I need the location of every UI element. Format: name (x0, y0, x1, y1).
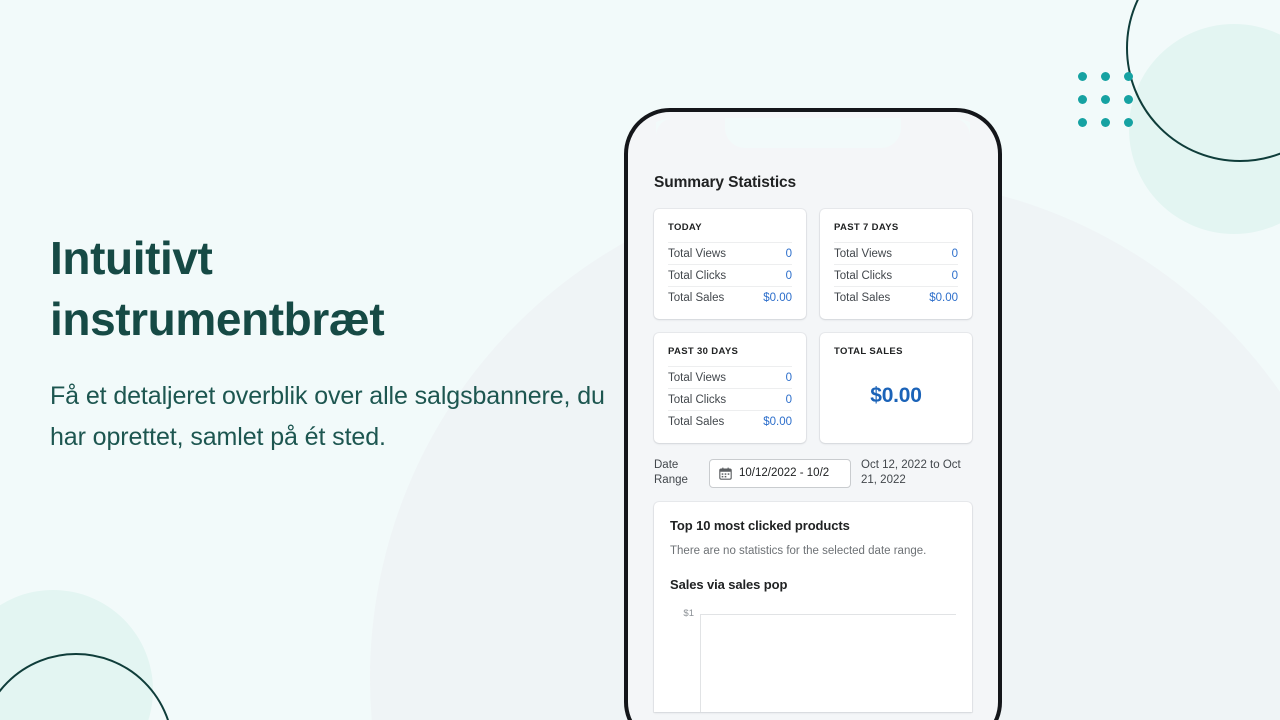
stat-card-past-7-days: PAST 7 DAYS Total Views 0 Total Clicks 0… (820, 209, 972, 319)
top-products-card: Top 10 most clicked products There are n… (654, 502, 972, 712)
stat-card-title: TOTAL SALES (834, 346, 903, 357)
stat-label: Total Clicks (668, 393, 727, 406)
date-range-input[interactable]: 10/12/2022 - 10/2 (709, 458, 851, 488)
stat-label: Total Clicks (668, 269, 727, 282)
stat-row: Total Views 0 (834, 242, 958, 264)
stat-label: Total Views (668, 371, 726, 384)
date-range-row: Date Range 10/12/2022 - 10/2 Oct 12, 202… (654, 458, 972, 488)
stat-card-grid-row-2: PAST 30 DAYS Total Views 0 Total Clicks … (654, 333, 972, 443)
stat-row: Total Clicks 0 (668, 388, 792, 410)
stat-card-title: PAST 7 DAYS (834, 222, 899, 233)
chart-y-tick-label: $1 (683, 608, 694, 619)
stat-card-title: TODAY (668, 222, 702, 233)
top-products-title: Top 10 most clicked products (670, 518, 850, 533)
stat-row: Total Clicks 0 (668, 264, 792, 286)
marketing-body-text: Få et detaljeret overblik over alle salg… (50, 382, 605, 451)
date-range-value: 10/12/2022 - 10/2 (739, 467, 830, 479)
headline-line-1: Intuitivt (50, 232, 213, 284)
phone-screen: Summary Statistics TODAY Total Views 0 T… (634, 118, 992, 720)
stat-value: 0 (785, 269, 792, 282)
phone-notch (725, 118, 901, 148)
page-title: Intuitivt instrumentbræt (50, 228, 630, 350)
date-range-label: Date Range (654, 459, 688, 486)
stat-card-grid-row-1: TODAY Total Views 0 Total Clicks 0 Total… (654, 209, 972, 319)
stat-value: 0 (785, 247, 792, 260)
mint-disc-bottom-left (0, 590, 153, 720)
stat-value: 0 (951, 247, 958, 260)
stat-row: Total Views 0 (668, 242, 792, 264)
stat-row: Total Clicks 0 (834, 264, 958, 286)
headline-line-2: instrumentbræt (50, 293, 385, 345)
stat-row: Total Sales $0.00 (668, 410, 792, 432)
stat-value: $0.00 (763, 415, 792, 428)
calendar-icon (719, 466, 732, 480)
stat-label: Total Clicks (834, 269, 893, 282)
top-products-empty-message: There are no statistics for the selected… (670, 545, 927, 557)
stat-label: Total Views (834, 247, 892, 260)
notch-shoulder-left (656, 118, 674, 136)
stat-value: 0 (951, 269, 958, 282)
stat-value: $0.00 (763, 291, 792, 304)
outline-circle-top-right (1126, 0, 1280, 162)
date-range-readable: Oct 12, 2022 to Oct 21, 2022 (861, 459, 961, 486)
stat-card-total-sales: TOTAL SALES $0.00 (820, 333, 972, 443)
stat-row: Total Sales $0.00 (834, 286, 958, 308)
phone-mockup: Summary Statistics TODAY Total Views 0 T… (624, 108, 1002, 720)
notch-shoulder-right (952, 118, 970, 136)
stat-row: Total Views 0 (668, 366, 792, 388)
total-sales-amount: $0.00 (870, 384, 922, 407)
dot-grid-icon (1078, 72, 1133, 127)
stat-row: Total Sales $0.00 (668, 286, 792, 308)
stat-label: Total Sales (834, 291, 891, 304)
stat-label: Total Sales (668, 291, 725, 304)
marketing-copy: Intuitivt instrumentbræt Få et detaljere… (50, 228, 630, 458)
stat-card-past-30-days: PAST 30 DAYS Total Views 0 Total Clicks … (654, 333, 806, 443)
stat-label: Total Sales (668, 415, 725, 428)
mint-disc-top-right (1129, 24, 1280, 234)
stat-card-today: TODAY Total Views 0 Total Clicks 0 Total… (654, 209, 806, 319)
summary-statistics-title: Summary Statistics (654, 174, 797, 191)
sales-chart: $1 (670, 609, 956, 712)
stat-value: 0 (785, 371, 792, 384)
sales-chart-title: Sales via sales pop (670, 577, 788, 592)
app-content: Summary Statistics TODAY Total Views 0 T… (634, 174, 992, 720)
stat-card-title: PAST 30 DAYS (668, 346, 739, 357)
stat-value: $0.00 (929, 291, 958, 304)
chart-plot-area (700, 614, 956, 712)
stat-label: Total Views (668, 247, 726, 260)
stat-value: 0 (785, 393, 792, 406)
outline-circle-bottom-left (0, 653, 174, 720)
